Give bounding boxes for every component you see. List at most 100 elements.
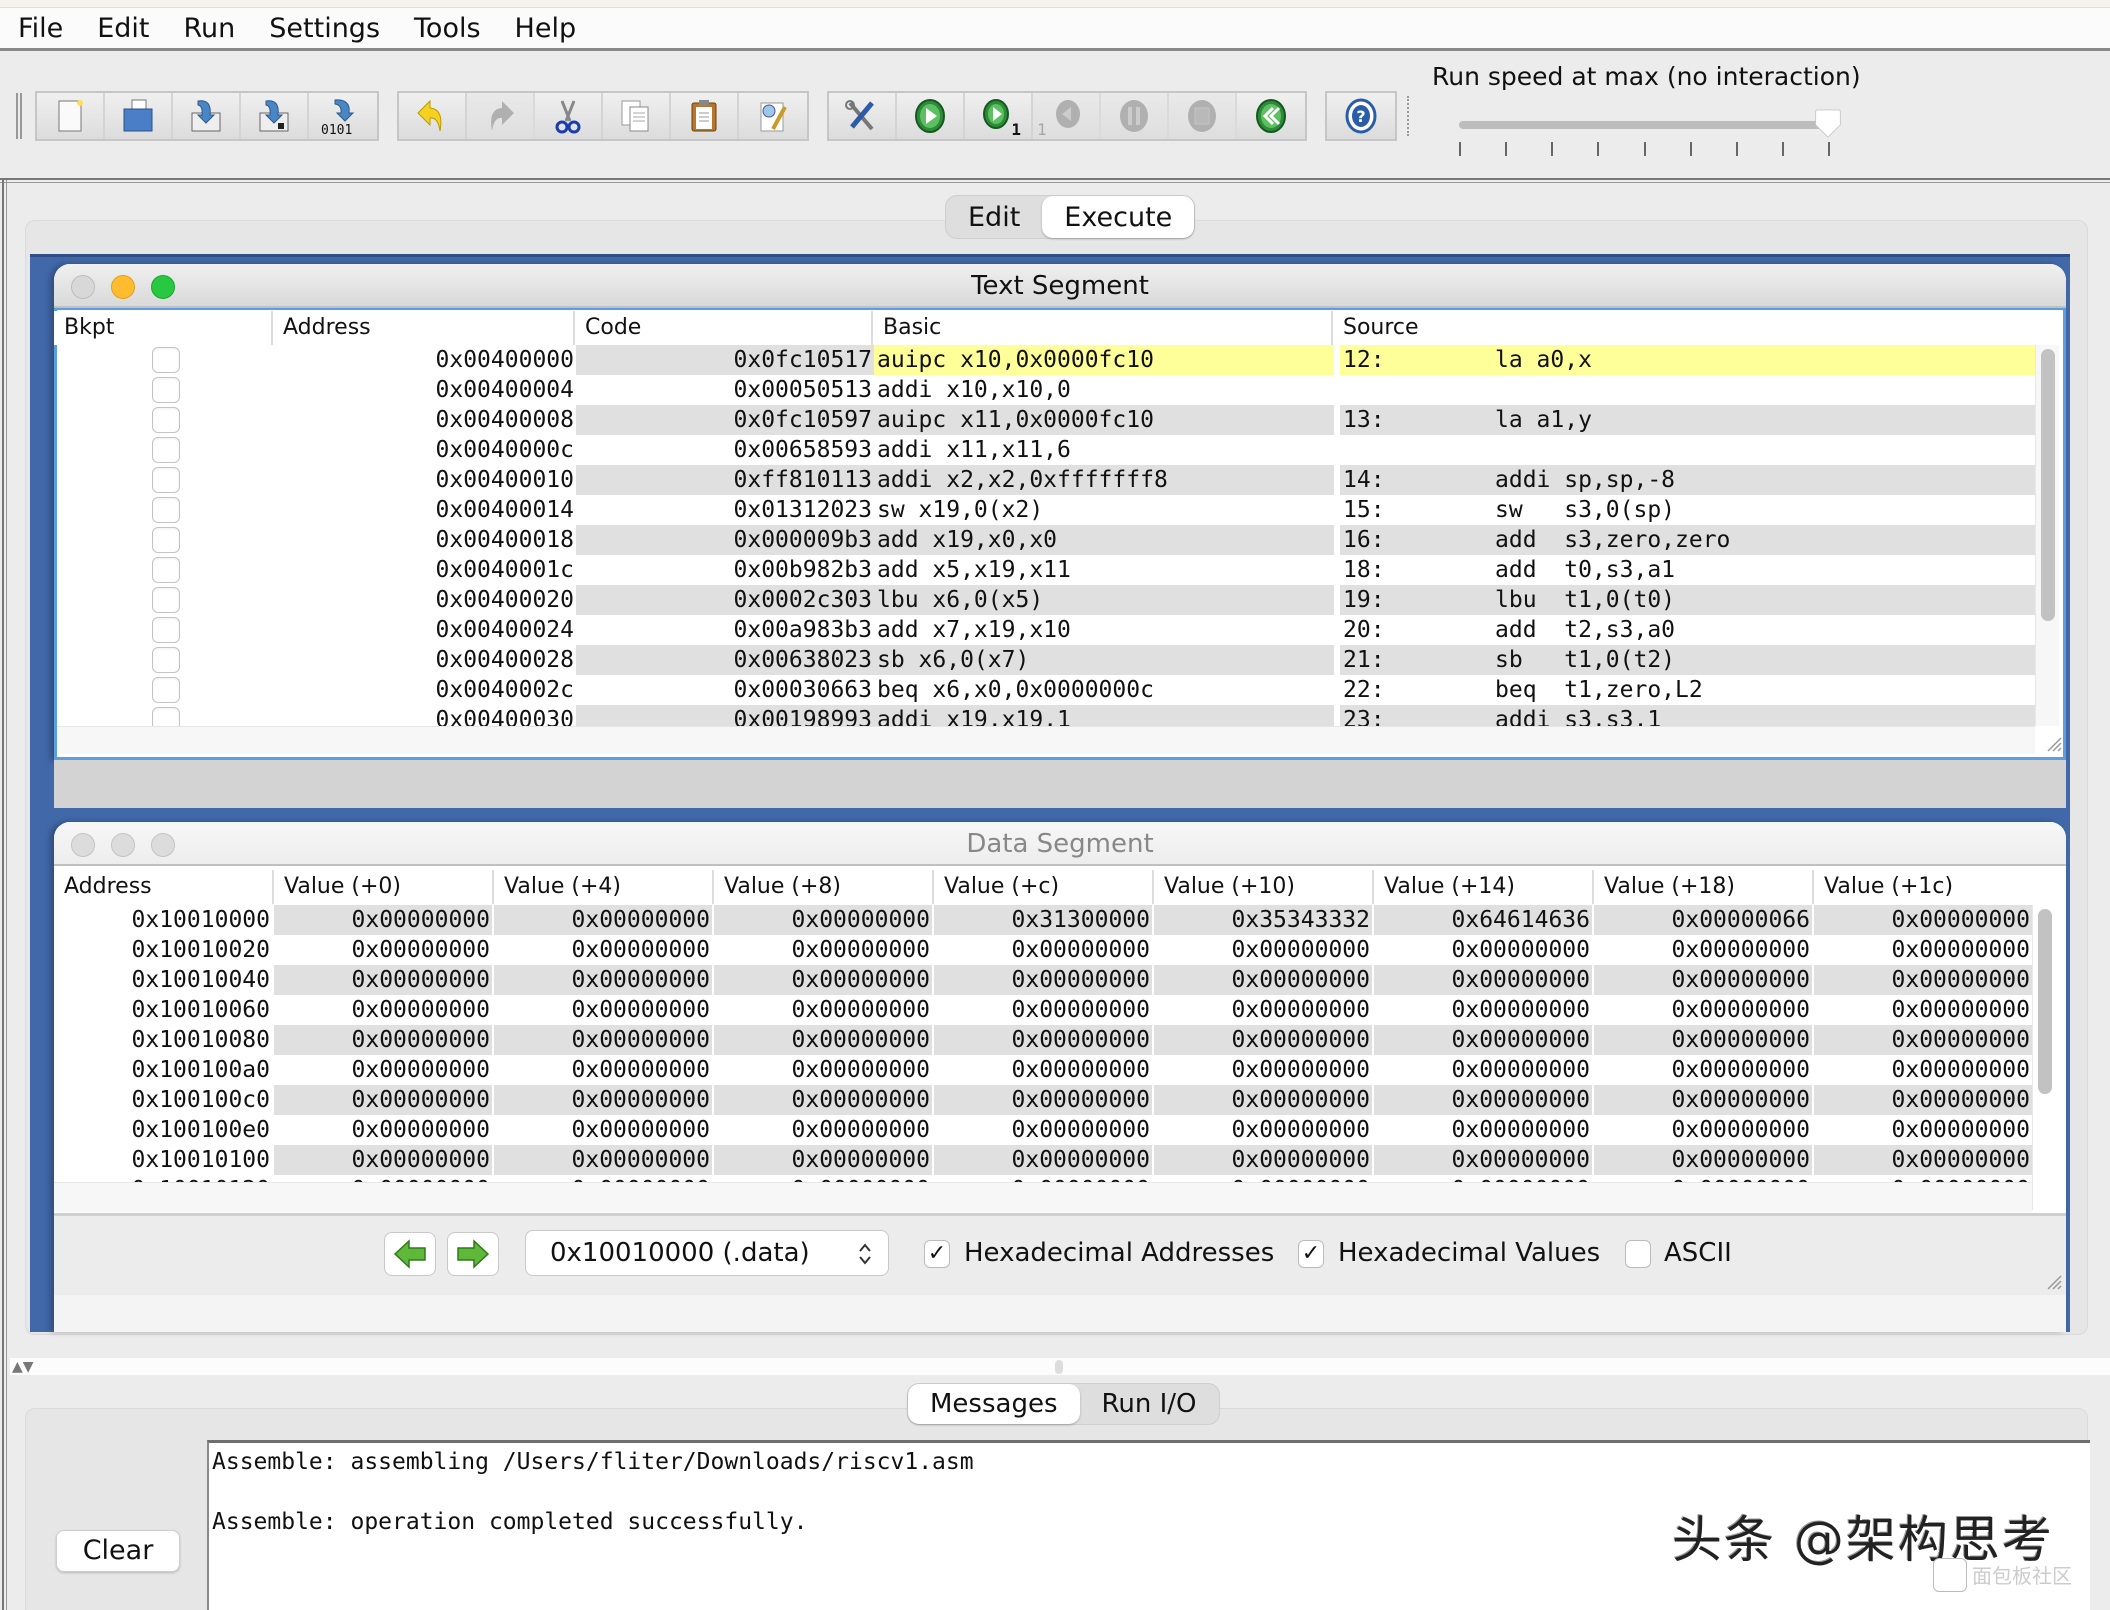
data-value-cell[interactable]: 0x00000000 (1592, 1085, 1812, 1115)
data-value-cell[interactable]: 0x00000000 (712, 1145, 932, 1175)
text-table-row[interactable]: 0x00400004 0x00050513 addi x10,x10,0 (57, 375, 2035, 405)
data-col-header[interactable]: Value (+1c) (1812, 870, 2032, 904)
data-col-header[interactable]: Value (+18) (1592, 870, 1812, 904)
tab-execute[interactable]: Execute (1042, 196, 1195, 238)
breakpoint-checkbox[interactable] (151, 587, 180, 613)
data-table-row[interactable]: 0x10010060 0x00000000 0x00000000 0x00000000… (54, 995, 2032, 1025)
col-bkpt[interactable]: Bkpt (54, 311, 271, 345)
undo-button[interactable] (399, 93, 467, 139)
breakpoint-checkbox[interactable] (151, 467, 180, 493)
breakpoint-checkbox[interactable] (151, 437, 180, 463)
data-value-cell[interactable]: 0x00000000 (932, 1115, 1152, 1145)
data-value-cell[interactable]: 0x00000000 (712, 1115, 932, 1145)
splitter-arrows-icon[interactable]: ▲▼ (12, 1359, 34, 1375)
text-table-row[interactable]: 0x00400014 0x01312023 sw x19,0(x2) 15: sw s3… (57, 495, 2035, 525)
breakpoint-checkbox[interactable] (151, 347, 180, 373)
resize-grip-icon[interactable] (2044, 734, 2062, 752)
text-segment-titlebar[interactable]: Text Segment (54, 264, 2066, 308)
data-value-cell[interactable]: 0x00000000 (492, 1055, 712, 1085)
data-table-row[interactable]: 0x10010080 0x00000000 0x00000000 0x00000000… (54, 1025, 2032, 1055)
text-table-row[interactable]: 0x00400024 0x00a983b3 add x7,x19,x10 20: add… (57, 615, 2035, 645)
text-horizontal-scrollbar[interactable] (57, 726, 2035, 754)
text-table-row[interactable]: 0x00400000 0x0fc10517 auipc x10,0x0000fc10… (57, 345, 2035, 375)
data-vertical-scrollbar[interactable] (2032, 905, 2056, 1210)
paste-button[interactable] (671, 93, 739, 139)
backstep-button[interactable]: 1 (1033, 93, 1101, 139)
data-value-cell[interactable]: 0x00000066 (1592, 905, 1812, 935)
data-value-cell[interactable]: 0x00000000 (1152, 1055, 1372, 1085)
tab-messages[interactable]: Messages (908, 1384, 1080, 1424)
data-value-cell[interactable]: 0x00000000 (1152, 1025, 1372, 1055)
ascii-checkbox[interactable] (1625, 1240, 1651, 1268)
data-value-cell[interactable]: 0x00000000 (712, 995, 932, 1025)
menu-file[interactable]: File (18, 13, 63, 44)
splitter-handle[interactable] (1055, 1360, 1063, 1374)
data-value-cell[interactable]: 0x00000000 (272, 905, 492, 935)
text-table-row[interactable]: 0x00400018 0x000009b3 add x19,x0,x0 16: add … (57, 525, 2035, 555)
data-col-header[interactable]: Value (+8) (712, 870, 932, 904)
data-value-cell[interactable]: 0x00000000 (272, 1145, 492, 1175)
text-table-row[interactable]: 0x0040002c 0x00030663 beq x6,x0,0x0000000c… (57, 675, 2035, 705)
data-table-row[interactable]: 0x10010100 0x00000000 0x00000000 0x00000000… (54, 1145, 2032, 1175)
data-col-header[interactable]: Value (+4) (492, 870, 712, 904)
stop-button[interactable] (1169, 93, 1237, 139)
help-button[interactable]: ? (1327, 93, 1395, 139)
find-replace-button[interactable] (739, 93, 807, 139)
data-value-cell[interactable]: 0x00000000 (492, 1115, 712, 1145)
data-value-cell[interactable]: 0x00000000 (1812, 1055, 2032, 1085)
run-speed-slider-thumb[interactable] (1813, 109, 1843, 139)
col-code[interactable]: Code (573, 311, 871, 345)
text-table-row[interactable]: 0x00400020 0x0002c303 lbu x6,0(x5) 19: lbu t… (57, 585, 2035, 615)
data-value-cell[interactable]: 0x00000000 (932, 1145, 1152, 1175)
next-page-button[interactable] (447, 1232, 499, 1276)
data-value-cell[interactable]: 0x00000000 (272, 1055, 492, 1085)
pause-button[interactable] (1101, 93, 1169, 139)
data-col-header[interactable]: Value (+10) (1152, 870, 1372, 904)
text-table-row[interactable]: 0x0040001c 0x00b982b3 add x5,x19,x11 18: add… (57, 555, 2035, 585)
data-value-cell[interactable]: 0x00000000 (1812, 1085, 2032, 1115)
data-value-cell[interactable]: 0x00000000 (1152, 995, 1372, 1025)
menu-help[interactable]: Help (515, 13, 577, 44)
run-button[interactable] (897, 93, 965, 139)
dump-memory-button[interactable]: 0101 (309, 93, 377, 139)
tab-edit[interactable]: Edit (946, 196, 1042, 238)
col-basic[interactable]: Basic (871, 311, 1331, 345)
new-file-button[interactable] (37, 93, 105, 139)
copy-button[interactable] (603, 93, 671, 139)
data-value-cell[interactable]: 0x00000000 (932, 935, 1152, 965)
hex-addresses-checkbox[interactable]: ✓ (924, 1240, 950, 1268)
data-value-cell[interactable]: 0x00000000 (1372, 1085, 1592, 1115)
data-value-cell[interactable]: 0x00000000 (1592, 935, 1812, 965)
data-value-cell[interactable]: 0x00000000 (1812, 1115, 2032, 1145)
data-value-cell[interactable]: 0x00000000 (712, 935, 932, 965)
data-table-row[interactable]: 0x100100a0 0x00000000 0x00000000 0x00000000… (54, 1055, 2032, 1085)
data-value-cell[interactable]: 0x00000000 (1152, 1145, 1372, 1175)
data-value-cell[interactable]: 0x00000000 (1372, 935, 1592, 965)
data-value-cell[interactable]: 0x00000000 (712, 1025, 932, 1055)
data-scroll-thumb[interactable] (2038, 909, 2052, 1094)
breakpoint-checkbox[interactable] (151, 377, 180, 403)
data-value-cell[interactable]: 0x00000000 (932, 1055, 1152, 1085)
breakpoint-checkbox[interactable] (151, 407, 180, 433)
data-value-cell[interactable]: 0x00000000 (492, 935, 712, 965)
data-value-cell[interactable]: 0x00000000 (1152, 965, 1372, 995)
reset-button[interactable] (1237, 93, 1305, 139)
data-value-cell[interactable]: 0x00000000 (492, 1085, 712, 1115)
data-value-cell[interactable]: 0x00000000 (1152, 1115, 1372, 1145)
text-table-row[interactable]: 0x00400030 0x00198993 addi x19,x19,1 23: add… (57, 705, 2035, 726)
data-value-cell[interactable]: 0x00000000 (1812, 905, 2032, 935)
data-value-cell[interactable]: 0x35343332 (1152, 905, 1372, 935)
data-value-cell[interactable]: 0x00000000 (932, 1085, 1152, 1115)
data-horizontal-scrollbar[interactable] (54, 1182, 2032, 1212)
cut-button[interactable] (535, 93, 603, 139)
data-table-row[interactable]: 0x10010040 0x00000000 0x00000000 0x00000000… (54, 965, 2032, 995)
toolbar-grip[interactable] (16, 93, 22, 139)
data-value-cell[interactable]: 0x00000000 (932, 995, 1152, 1025)
data-value-cell[interactable]: 0x31300000 (932, 905, 1152, 935)
breakpoint-checkbox[interactable] (151, 527, 180, 553)
data-value-cell[interactable]: 0x00000000 (1372, 965, 1592, 995)
data-value-cell[interactable]: 0x00000000 (492, 1145, 712, 1175)
data-segment-titlebar[interactable]: Data Segment (54, 822, 2066, 866)
data-value-cell[interactable]: 0x00000000 (932, 965, 1152, 995)
data-value-cell[interactable]: 0x00000000 (1812, 935, 2032, 965)
